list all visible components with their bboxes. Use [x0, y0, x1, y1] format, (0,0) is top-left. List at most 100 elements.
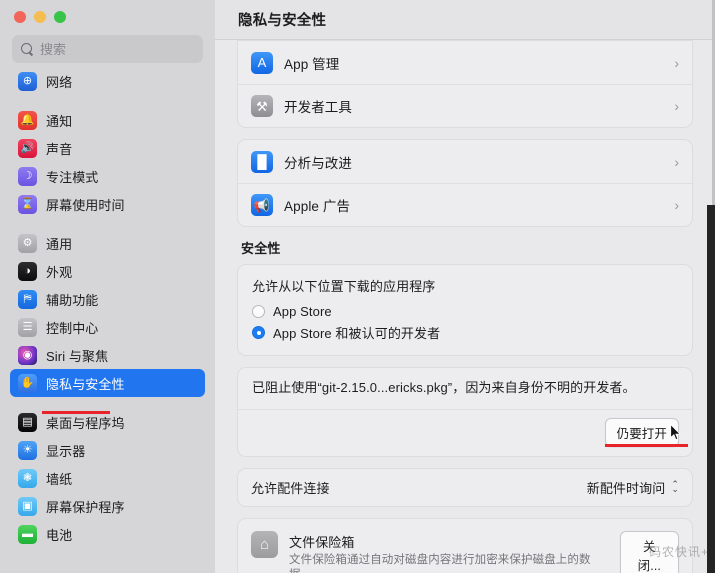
sidebar-item-label: 辅助功能: [46, 292, 99, 308]
battery-icon: ▬: [18, 524, 37, 544]
settings-row-analytics-improvements[interactable]: █ 分析与改进 ›: [238, 140, 692, 183]
sidebar-item-control-center[interactable]: ☰ 控制中心: [10, 313, 205, 341]
search-box[interactable]: [12, 35, 203, 63]
bar-chart-icon: █: [251, 150, 273, 173]
radio-app-store[interactable]: [252, 305, 265, 318]
scrollbar-track[interactable]: [707, 205, 715, 573]
radio-option-app-store[interactable]: App Store: [252, 301, 678, 322]
desktop-icon: ▤: [18, 412, 37, 432]
radio-option-app-store-identified[interactable]: App Store 和被认可的开发者: [252, 322, 678, 343]
app-store-icon: A: [251, 51, 273, 74]
blocked-app-actions: 仍要打开: [238, 408, 692, 456]
gear-icon: ⚙: [18, 233, 37, 253]
accessory-card: 允许配件连接 新配件时询问 ⌃ ⌄: [237, 467, 693, 507]
blocked-app-card: 已阻止使用“git-2.15.0...ericks.pkg”，因为来自身份不明的…: [237, 367, 693, 457]
security-section-title: 安全性: [241, 241, 281, 256]
chevron-right-icon: ›: [674, 54, 679, 71]
main-header: 隐私与安全性: [215, 0, 715, 40]
zoom-button[interactable]: [54, 11, 66, 23]
settings-row-developer-tools[interactable]: ⚒ 开发者工具 ›: [238, 84, 692, 127]
sidebar-item-label: 隐私与安全性: [46, 376, 125, 392]
sidebar-item-label: 声音: [46, 141, 73, 157]
download-source-card: 允许从以下位置下载的应用程序 App Store App Store 和被认可的…: [237, 264, 693, 356]
filevault-turnoff-button[interactable]: 关闭...: [619, 530, 679, 573]
close-button[interactable]: [14, 11, 26, 23]
megaphone-icon: 📢: [251, 194, 273, 216]
brightness-icon: ☀: [18, 440, 37, 460]
search-icon: [21, 42, 34, 56]
settings-scroll-area[interactable]: A App 管理 › ⚒ 开发者工具 › █ 分析与改进 › 📢 Apple 广告 › 安全性 允许…: [215, 40, 715, 573]
sidebar-item-notifications[interactable]: 🔔 通知: [10, 106, 205, 134]
sidebar-item-label: 屏幕保护程序: [46, 499, 125, 515]
sidebar-item-label: 电池: [46, 527, 73, 543]
sidebar-group: ⚙ 通用 ◑ 外观 ⛿ 辅助功能 ☰ 控制中心 ◉ Siri 与聚焦 ✋ 隐私与安全性: [10, 229, 205, 408]
siri-icon: ◉: [18, 345, 37, 365]
system-settings-window: ⊕ 网络 🔔 通知 🔊 声音 ☽ 专注模式 ⌛ 屏幕使用时间 ⚙ 通用 ◑ 外观 ⛿ 辅助功能 ☰ 控制中心 ◉ Si…: [0, 0, 715, 573]
minimize-button[interactable]: [34, 11, 46, 23]
sidebar-item-label: 屏幕使用时间: [46, 197, 125, 213]
sidebar-item-label: 通用: [46, 236, 73, 252]
sidebar-item-privacy-security[interactable]: ✋ 隐私与安全性: [10, 369, 205, 397]
sidebar-group: 🔔 通知 🔊 声音 ☽ 专注模式 ⌛ 屏幕使用时间: [10, 106, 205, 229]
traffic-lights: [0, 0, 215, 30]
sidebar-item-label: 桌面与程序坞: [46, 415, 125, 431]
sidebar-item-label: Siri 与聚焦: [46, 348, 109, 364]
globe-icon: ⊕: [18, 71, 37, 91]
sidebar-item-sound[interactable]: 🔊 声音: [10, 134, 205, 162]
filevault-card: ⌂ 文件保险箱 文件保险箱通过自动对磁盘内容进行加密来保护磁盘上的数据。 关闭.…: [237, 517, 693, 573]
sidebar-item-wallpaper[interactable]: ❃ 墙纸: [10, 464, 205, 492]
filevault-title: 文件保险箱: [289, 534, 355, 550]
accessory-row: 允许配件连接 新配件时询问 ⌃ ⌄: [238, 469, 692, 506]
bell-icon: 🔔: [18, 110, 37, 130]
sidebar-item-screen-time[interactable]: ⌛ 屏幕使用时间: [10, 190, 205, 218]
hammer-icon: ⚒: [251, 95, 273, 117]
settings-row-apple-advertising[interactable]: 📢 Apple 广告 ›: [238, 183, 692, 226]
filevault-subtitle: 文件保险箱通过自动对磁盘内容进行加密来保护磁盘上的数据。: [289, 553, 591, 573]
settings-row-label: 分析与改进: [284, 155, 352, 171]
chevron-updown-icon: ⌃ ⌄: [671, 478, 679, 495]
sidebar-item-siri-spotlight[interactable]: ◉ Siri 与聚焦: [10, 341, 205, 369]
moon-icon: ☽: [18, 166, 37, 186]
sidebar-item-accessibility[interactable]: ⛿ 辅助功能: [10, 285, 205, 313]
app-section-card: A App 管理 › ⚒ 开发者工具 ›: [237, 40, 693, 128]
speaker-icon: 🔊: [18, 138, 37, 158]
analytics-section-card: █ 分析与改进 › 📢 Apple 广告 ›: [237, 139, 693, 227]
sidebar-item-general[interactable]: ⚙ 通用: [10, 229, 205, 257]
sidebar-item-label: 专注模式: [46, 169, 99, 185]
sidebar-item-label: 网络: [46, 74, 73, 90]
sidebar-item-label: 控制中心: [46, 320, 99, 336]
radio-label-app-store-identified: App Store 和被认可的开发者: [273, 326, 441, 341]
sidebar-item-label: 外观: [46, 264, 73, 280]
chevron-right-icon: ›: [674, 98, 679, 114]
accessibility-icon: ⛿: [18, 289, 37, 309]
open-anyway-annotation-underline: [605, 444, 688, 447]
flower-icon: ❃: [18, 468, 37, 488]
search-input[interactable]: [40, 41, 194, 57]
sidebar-item-screen-saver[interactable]: ▣ 屏幕保护程序: [10, 492, 205, 520]
accessory-label: 允许配件连接: [251, 480, 330, 496]
settings-row-app-management[interactable]: A App 管理 ›: [238, 41, 692, 84]
sidebar-item-appearance[interactable]: ◑ 外观: [10, 257, 205, 285]
contrast-icon: ◑: [18, 261, 37, 281]
sidebar-item-label: 墙纸: [46, 471, 73, 487]
open-anyway-button[interactable]: 仍要打开: [604, 418, 679, 448]
sidebar-group: ⊕ 网络: [10, 67, 205, 106]
hourglass-icon: ⌛: [18, 194, 37, 214]
accessory-popup-value: 新配件时询问: [586, 480, 666, 496]
sidebar-item-displays[interactable]: ☀ 显示器: [10, 436, 205, 464]
screensaver-icon: ▣: [18, 496, 37, 516]
radio-app-store-identified[interactable]: [252, 326, 265, 339]
settings-row-label: 开发者工具: [284, 100, 352, 115]
main-panel: 隐私与安全性 A App 管理 › ⚒ 开发者工具 › █ 分析与改进 › 📢 Apple 广告 ›…: [215, 0, 715, 573]
sidebar-item-network[interactable]: ⊕ 网络: [10, 67, 205, 95]
sidebar-item-focus[interactable]: ☽ 专注模式: [10, 162, 205, 190]
chevron-right-icon: ›: [674, 197, 679, 213]
radio-label-app-store: App Store: [273, 304, 332, 319]
sidebar: ⊕ 网络 🔔 通知 🔊 声音 ☽ 专注模式 ⌛ 屏幕使用时间 ⚙ 通用 ◑ 外观 ⛿ 辅助功能 ☰ 控制中心 ◉ Si…: [0, 0, 215, 573]
sidebar-item-battery[interactable]: ▬ 电池: [10, 520, 205, 548]
sidebar-item-label: 通知: [46, 113, 73, 129]
blocked-app-message: 已阻止使用“git-2.15.0...ericks.pkg”，因为来自身份不明的…: [252, 380, 636, 395]
sidebar-annotation-underline: [42, 411, 110, 414]
sidebar-item-label: 显示器: [46, 443, 86, 459]
accessory-popup-button[interactable]: 新配件时询问 ⌃ ⌄: [587, 478, 679, 497]
